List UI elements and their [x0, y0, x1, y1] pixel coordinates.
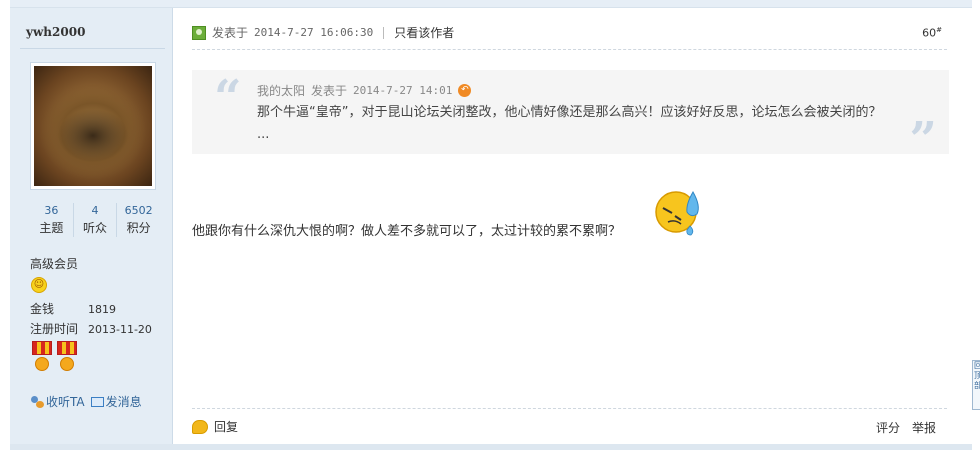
medal-icon[interactable] — [32, 341, 52, 375]
quote-block: “ 我的太阳 发表于 2014-7-27 14:01 ↶ 那个牛逼“皇帝”，对于… — [192, 70, 949, 168]
post-time: 2014-7-27 16:06:30 — [254, 26, 374, 39]
medal-coin — [35, 357, 49, 371]
post-footer-actions: 评分 举报 — [876, 419, 936, 436]
quote-author: 我的太阳 — [257, 84, 306, 98]
top-border — [10, 0, 972, 8]
divider — [20, 48, 165, 49]
post-message: 他跟你有什么深仇大恨的啊？做人差不多就可以了，太过计较的累不累啊？ — [192, 224, 622, 239]
mail-icon — [90, 396, 104, 407]
floor-mark: # — [936, 26, 942, 34]
author-sidebar: ywh2000 36 主题 4 听众 6502 积分 高级会员 ☺ 金钱 1819… — [10, 8, 173, 444]
stat-label: 积分 — [126, 221, 151, 235]
user-group[interactable]: 高级会员 — [30, 255, 78, 272]
register-value: 2013-11-20 — [88, 323, 152, 336]
post-main: 发表于 2014-7-27 16:06:30 只看该作者 60# “ 我的太阳 … — [174, 8, 972, 444]
avatar[interactable] — [34, 66, 152, 186]
register-row: 注册时间 2013-11-20 — [30, 320, 152, 337]
send-message-button[interactable]: 发消息 — [90, 393, 142, 410]
floor-value: 60 — [922, 26, 937, 40]
medal-ribbon — [32, 341, 52, 355]
post-header: 发表于 2014-7-27 16:06:30 只看该作者 — [192, 24, 454, 41]
jump-to-post-icon[interactable]: ↶ — [458, 84, 472, 97]
report-button[interactable]: 举报 — [912, 419, 936, 436]
follow-button[interactable]: 收听TA — [30, 393, 85, 410]
back-to-top-tab[interactable]: 回顶部 — [972, 360, 980, 410]
stat-value[interactable]: 4 — [74, 203, 117, 219]
smiley-rank-icon: ☺ — [31, 277, 47, 293]
stat-followers[interactable]: 4 听众 — [72, 203, 117, 237]
stat-value[interactable]: 36 — [30, 203, 73, 219]
divider — [192, 49, 947, 50]
money-value: 1819 — [88, 303, 116, 316]
author-actions: 收听TA 发消息 — [30, 393, 142, 410]
author-stats: 36 主题 4 听众 6502 积分 — [30, 203, 160, 237]
reply-button[interactable]: 回复 — [192, 418, 238, 435]
medal-ribbon — [57, 341, 77, 355]
follow-icon — [30, 395, 44, 408]
send-message-label: 发消息 — [105, 395, 142, 409]
reply-icon — [192, 419, 208, 434]
stat-label: 主题 — [39, 221, 64, 235]
stat-points[interactable]: 6502 积分 — [116, 203, 160, 237]
author-username[interactable]: ywh2000 — [26, 25, 85, 39]
posted-label: 发表于 — [212, 26, 249, 40]
reply-label: 回复 — [214, 420, 239, 434]
floor-number[interactable]: 60# — [922, 26, 942, 40]
follow-label: 收听TA — [46, 395, 85, 409]
stat-value[interactable]: 6502 — [117, 203, 160, 219]
quote-header: 我的太阳 发表于 2014-7-27 14:01 ↶ — [257, 82, 472, 99]
quote-time: 2014-7-27 14:01 — [353, 84, 453, 97]
stat-label: 听众 — [83, 221, 108, 235]
money-label: 金钱 — [30, 302, 55, 316]
open-quote-icon: “ — [214, 70, 242, 126]
divider — [192, 408, 947, 409]
quote-text: 那个牛逼“皇帝”，对于昆山论坛关闭整改，他心情好像还是那么高兴！应该好好反思，论… — [257, 105, 882, 142]
bottom-border — [10, 444, 972, 450]
rate-button[interactable]: 评分 — [876, 419, 900, 436]
medal-coin — [60, 357, 74, 371]
money-row: 金钱 1819 — [30, 300, 116, 317]
quote-posted-label: 发表于 — [311, 84, 348, 98]
medal-icon[interactable] — [57, 341, 77, 375]
stat-threads[interactable]: 36 主题 — [30, 203, 73, 237]
sweat-smiley-icon — [655, 190, 699, 236]
avatar-frame[interactable] — [30, 62, 156, 190]
only-author-link[interactable]: 只看该作者 — [394, 24, 454, 41]
close-quote-icon: ” — [909, 112, 937, 168]
separator — [383, 26, 385, 39]
register-label: 注册时间 — [30, 322, 79, 336]
online-status-icon — [192, 25, 206, 40]
